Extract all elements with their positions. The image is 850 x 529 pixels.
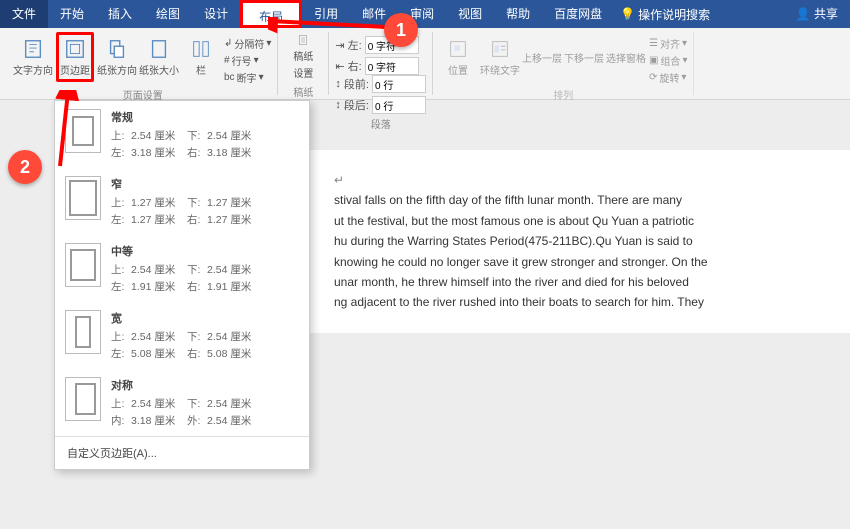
- breaks-icon: ↲: [224, 38, 232, 49]
- indent-left-icon: ⇥: [335, 39, 344, 52]
- tab-insert[interactable]: 插入: [96, 0, 144, 28]
- annotation-marker-2: 2: [8, 150, 42, 184]
- hyphenation-button[interactable]: bc断字 ▾: [224, 70, 271, 85]
- text-direction-button[interactable]: 文字方向: [14, 32, 52, 82]
- share-icon: 👤: [796, 7, 811, 21]
- hyphen-icon: bc: [224, 72, 235, 83]
- margin-preset-icon: [65, 310, 101, 354]
- tab-design[interactable]: 设计: [192, 0, 240, 28]
- margin-preset-normal[interactable]: 常规上:2.54 厘米下:2.54 厘米左:3.18 厘米右:3.18 厘米: [55, 101, 309, 168]
- tab-view[interactable]: 视图: [446, 0, 494, 28]
- tab-netdisk[interactable]: 百度网盘: [542, 0, 614, 28]
- share-button[interactable]: 👤 共享: [784, 0, 850, 28]
- tab-help[interactable]: 帮助: [494, 0, 542, 28]
- group-paragraph: 段落: [335, 116, 426, 131]
- paper-settings-button[interactable]: 稿纸设置: [284, 32, 322, 82]
- group-paper: 稿纸: [284, 84, 322, 99]
- paragraph-mark-icon: ↵: [334, 173, 344, 187]
- ribbon: 文字方向 页边距 纸张方向 纸张大小 栏 ↲分隔符 ▾ #行号 ▾ bc断字 ▾…: [0, 28, 850, 100]
- rotate-icon: ⟳: [649, 72, 657, 83]
- custom-margins-button[interactable]: 自定义页边距(A)...: [55, 436, 309, 469]
- space-before-icon: ↕: [335, 78, 341, 90]
- wrap-text-button: 环绕文字: [481, 32, 519, 82]
- lightbulb-icon: 💡: [620, 7, 635, 21]
- tab-draw[interactable]: 绘图: [144, 0, 192, 28]
- margin-preset-narrow[interactable]: 窄上:1.27 厘米下:1.27 厘米左:1.27 厘米右:1.27 厘米: [55, 168, 309, 235]
- orientation-button[interactable]: 纸张方向: [98, 32, 136, 82]
- breaks-button[interactable]: ↲分隔符 ▾: [224, 36, 271, 51]
- tell-me-search[interactable]: 💡 操作说明搜索: [620, 6, 710, 23]
- tab-file[interactable]: 文件: [0, 0, 48, 28]
- send-backward-button: 下移一层: [565, 32, 603, 82]
- position-button: 位置: [439, 32, 477, 82]
- group-icon: ▣: [649, 55, 658, 66]
- group-button: ▣ 组合 ▾: [649, 53, 687, 68]
- margin-preset-icon: [65, 377, 101, 421]
- line-no-icon: #: [224, 55, 230, 66]
- margin-dropdown: 常规上:2.54 厘米下:2.54 厘米左:3.18 厘米右:3.18 厘米窄上…: [54, 100, 310, 470]
- rotate-button: ⟳ 旋转 ▾: [649, 70, 687, 85]
- margin-preset-icon: [65, 243, 101, 287]
- align-icon: ☰: [649, 38, 658, 49]
- indent-right-icon: ⇤: [335, 60, 344, 73]
- menubar: 文件 开始 插入 绘图 设计 布局 引用 邮件 审阅 视图 帮助 百度网盘 💡 …: [0, 0, 850, 28]
- line-numbers-button[interactable]: #行号 ▾: [224, 53, 271, 68]
- columns-button[interactable]: 栏: [182, 32, 220, 82]
- margin-preset-mirror[interactable]: 对称上:2.54 厘米下:2.54 厘米内:3.18 厘米外:2.54 厘米: [55, 369, 309, 436]
- document-body[interactable]: ↵ stival falls on the fifth day of the f…: [310, 150, 850, 333]
- selection-pane-button[interactable]: 选择窗格: [607, 32, 645, 82]
- group-arrange: 排列: [439, 87, 687, 102]
- tab-start[interactable]: 开始: [48, 0, 96, 28]
- margin-preset-wide[interactable]: 宽上:2.54 厘米下:2.54 厘米左:5.08 厘米右:5.08 厘米: [55, 302, 309, 369]
- space-after-icon: ↕: [335, 99, 341, 111]
- space-after-input[interactable]: [372, 96, 426, 114]
- indent-right-input[interactable]: [365, 57, 419, 75]
- page-margin-button[interactable]: 页边距: [56, 32, 94, 82]
- margin-preset-moderate[interactable]: 中等上:2.54 厘米下:2.54 厘米左:1.91 厘米右:1.91 厘米: [55, 235, 309, 302]
- annotation-marker-1: 1: [384, 13, 418, 47]
- space-before-input[interactable]: [372, 75, 426, 93]
- paper-size-button[interactable]: 纸张大小: [140, 32, 178, 82]
- align-button[interactable]: ☰ 对齐 ▾: [649, 36, 687, 51]
- annotation-arrow-1: [268, 17, 388, 37]
- margin-preset-icon: [65, 176, 101, 220]
- annotation-arrow-2: [50, 90, 80, 168]
- bring-forward-button: 上移一层: [523, 32, 561, 82]
